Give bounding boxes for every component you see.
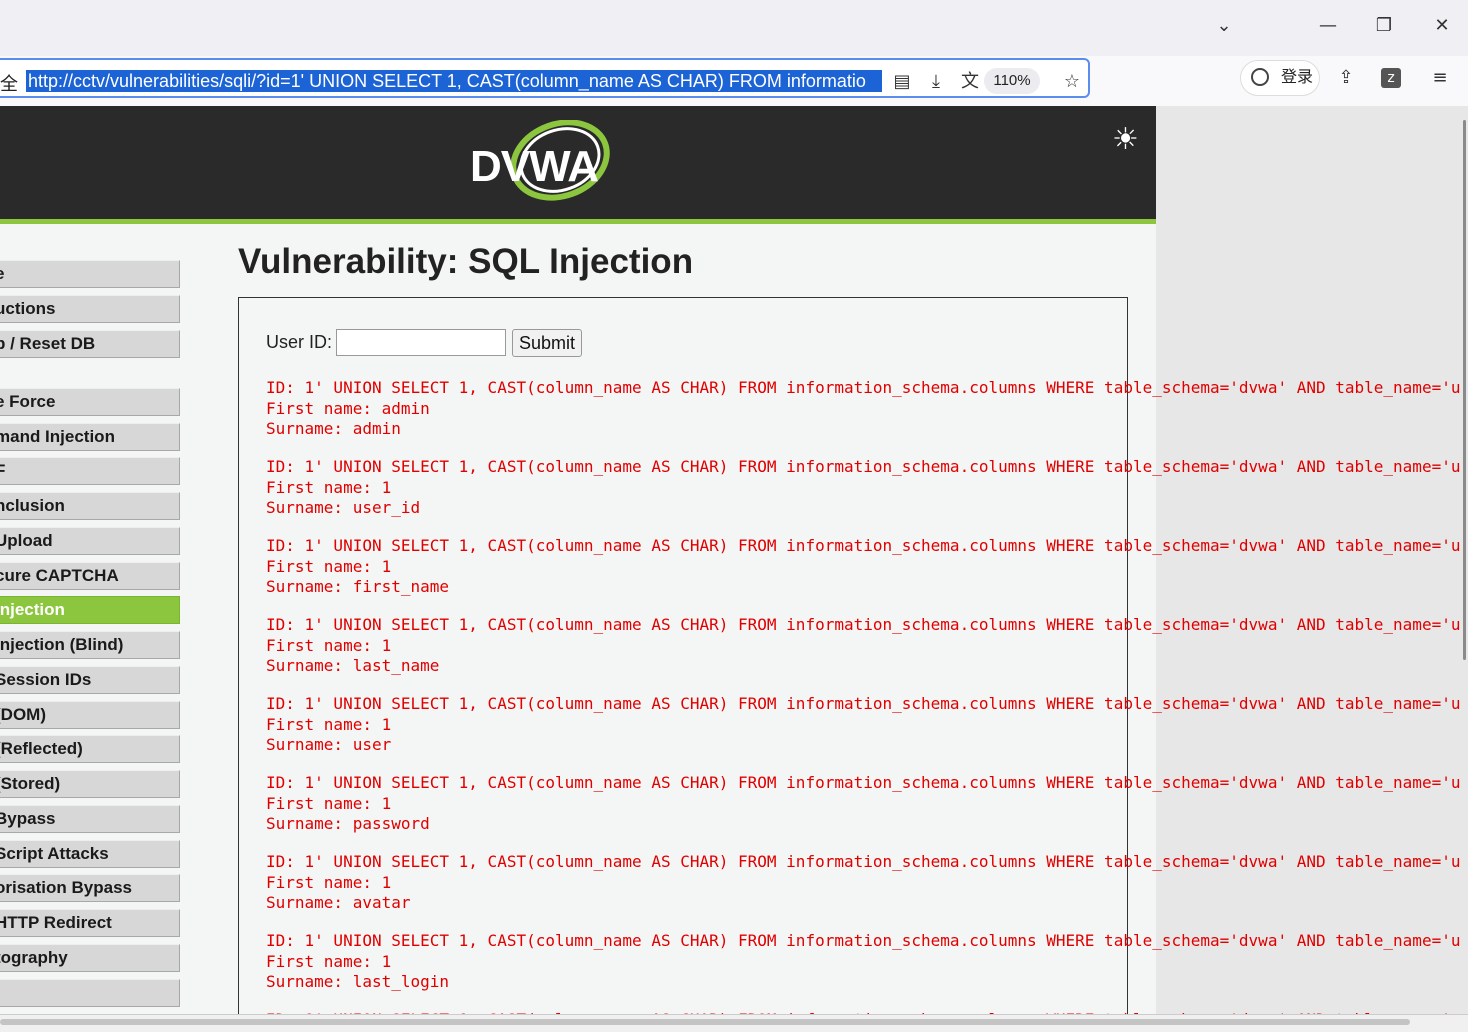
result-id-line: ID: 1' UNION SELECT 1, CAST(column_name …: [266, 773, 1156, 792]
sidebar-item[interactable]: Injection (Blind): [0, 631, 180, 659]
sidebar-item[interactable]: cure CAPTCHA: [0, 562, 180, 590]
sidebar-item[interactable]: Upload: [0, 527, 180, 555]
sidebar-item[interactable]: tography: [0, 944, 180, 972]
menu-icon[interactable]: ≡: [1428, 66, 1452, 90]
sidebar-item-label: mand Injection: [0, 427, 115, 446]
sidebar-item-label: Injection (Blind): [0, 635, 124, 654]
theme-toggle-icon[interactable]: ☀: [1112, 122, 1152, 162]
dvwa-header: DVWA ☀: [0, 106, 1156, 224]
sidebar-item-label: Injection: [0, 600, 65, 619]
horizontal-scroll-thumb[interactable]: [0, 1019, 1410, 1025]
result-first-line: First name: 1: [266, 477, 392, 497]
dvwa-logo[interactable]: DVWA: [468, 120, 618, 206]
result-id-line: ID: 1' UNION SELECT 1, CAST(column_name …: [266, 931, 1156, 950]
result-first-line: First name: 1: [266, 714, 392, 734]
chevron-down-icon[interactable]: ⌄: [1206, 12, 1242, 40]
result-surname-line: Surname: last_name: [266, 656, 440, 675]
result-id-line: ID: 1' UNION SELECT 1, CAST(column_name …: [266, 457, 1156, 476]
page-title: Vulnerability: SQL Injection: [238, 242, 694, 281]
result-surname-line: Surname: avatar: [266, 893, 411, 912]
result-surname-line: Surname: password: [266, 814, 430, 833]
close-icon[interactable]: ✕: [1424, 12, 1460, 40]
sidebar-item[interactable]: (DOM): [0, 701, 180, 729]
sidebar-item-label: HTTP Redirect: [0, 913, 112, 932]
login-label: 登录: [1281, 69, 1314, 86]
share-icon[interactable]: ⇪: [1334, 66, 1358, 90]
sidebar-item[interactable]: (Stored): [0, 770, 180, 798]
download-icon[interactable]: ⤓: [924, 70, 948, 94]
result-surname-line: Surname: last_login: [266, 972, 450, 991]
sidebar-item-label: cure CAPTCHA: [0, 566, 119, 585]
sidebar-item[interactable]: nclusion: [0, 492, 180, 520]
result-id-line: ID: 1' UNION SELECT 1, CAST(column_name …: [266, 378, 1156, 397]
sidebar-item[interactable]: Session IDs: [0, 666, 180, 694]
sidebar-item-label: Script Attacks: [0, 844, 109, 863]
user-id-input[interactable]: [336, 329, 506, 356]
sidebar-item[interactable]: [0, 979, 180, 1007]
sidebar-item-label: tography: [0, 948, 68, 967]
login-button[interactable]: 登录: [1240, 60, 1320, 96]
sidebar-item-label: p / Reset DB: [0, 334, 96, 353]
nav-bar: 全 http://cctv/vulnerabilities/sqli/?id=1…: [0, 56, 1468, 106]
sidebar-item[interactable]: (Reflected): [0, 735, 180, 763]
user-id-label: User ID:: [266, 332, 333, 352]
result-id-line: ID: 1' UNION SELECT 1, CAST(column_name …: [266, 615, 1156, 634]
result-first-line: First name: 1: [266, 556, 392, 576]
sidebar-item[interactable]: Injection: [0, 596, 180, 624]
sidebar-item-label: uctions: [0, 299, 56, 318]
result-surname-line: Surname: user: [266, 735, 392, 754]
sidebar-item-label: Session IDs: [0, 670, 92, 689]
account-icon: [1251, 68, 1269, 86]
result-surname-line: Surname: user_id: [266, 498, 421, 517]
sidebar-item[interactable]: e: [0, 260, 180, 288]
horizontal-scrollbar[interactable]: [0, 1014, 1468, 1032]
sidebar-item-label: Bypass: [0, 809, 56, 828]
url-prefix: 全: [0, 74, 18, 94]
sidebar-item-label: (Stored): [0, 774, 61, 793]
translate-icon[interactable]: 文: [958, 70, 982, 94]
sidebar-item-label: Upload: [0, 531, 53, 550]
sidebar-item[interactable]: uctions: [0, 295, 180, 323]
sidebar-item-label: (Reflected): [0, 739, 83, 758]
sidebar-item[interactable]: Bypass: [0, 805, 180, 833]
result-id-line: ID: 1' UNION SELECT 1, CAST(column_name …: [266, 536, 1156, 555]
sidebar-item[interactable]: orisation Bypass: [0, 874, 180, 902]
tab-bar: ⌄ — ❐ ✕: [0, 0, 1468, 56]
page: DVWA ☀ e uctions p / Reset DB e Force mand I…: [0, 106, 1156, 1032]
result-surname-line: Surname: admin: [266, 419, 401, 438]
url-bar[interactable]: 全 http://cctv/vulnerabilities/sqli/?id=1…: [0, 58, 1090, 98]
result-first-line: First name: 1: [266, 793, 392, 813]
result-id-line: ID: 1' UNION SELECT 1, CAST(column_name …: [266, 694, 1156, 713]
submit-button[interactable]: Submit: [512, 329, 582, 357]
result-surname-line: Surname: first_name: [266, 577, 450, 596]
url-text[interactable]: http://cctv/vulnerabilities/sqli/?id=1' …: [26, 70, 882, 92]
result-first-line: First name: 1: [266, 872, 392, 892]
minimize-icon[interactable]: —: [1310, 12, 1346, 40]
sidebar-item[interactable]: e Force: [0, 388, 180, 416]
logo-text: DVWA: [470, 142, 599, 191]
sidebar-item[interactable]: Script Attacks: [0, 840, 180, 868]
star-icon[interactable]: ☆: [1060, 70, 1084, 94]
sidebar-item-label: e Force: [0, 392, 56, 411]
sidebar-item[interactable]: p / Reset DB: [0, 330, 180, 358]
sidebar-item[interactable]: mand Injection: [0, 423, 180, 451]
zoom-level[interactable]: 110%: [984, 68, 1040, 94]
page-margin: [1156, 106, 1468, 1032]
sidebar-item[interactable]: F: [0, 457, 180, 485]
sidebar-item[interactable]: HTTP Redirect: [0, 909, 180, 937]
result-first-line: First name: admin: [266, 398, 430, 418]
reader-view-icon[interactable]: ▤: [890, 70, 914, 94]
result-first-line: First name: 1: [266, 951, 392, 971]
sidebar-item-label: F: [0, 461, 5, 480]
sidebar-item-label: nclusion: [0, 496, 65, 515]
sidebar-item-label: (DOM): [0, 705, 46, 724]
extension-icon[interactable]: z: [1381, 68, 1401, 88]
restore-icon[interactable]: ❐: [1366, 12, 1402, 40]
sidebar-item-label: e: [0, 264, 4, 283]
sidebar-item-label: orisation Bypass: [0, 878, 132, 897]
vertical-scrollbar[interactable]: [1463, 120, 1466, 660]
result-first-line: First name: 1: [266, 635, 392, 655]
result-id-line: ID: 1' UNION SELECT 1, CAST(column_name …: [266, 852, 1156, 871]
